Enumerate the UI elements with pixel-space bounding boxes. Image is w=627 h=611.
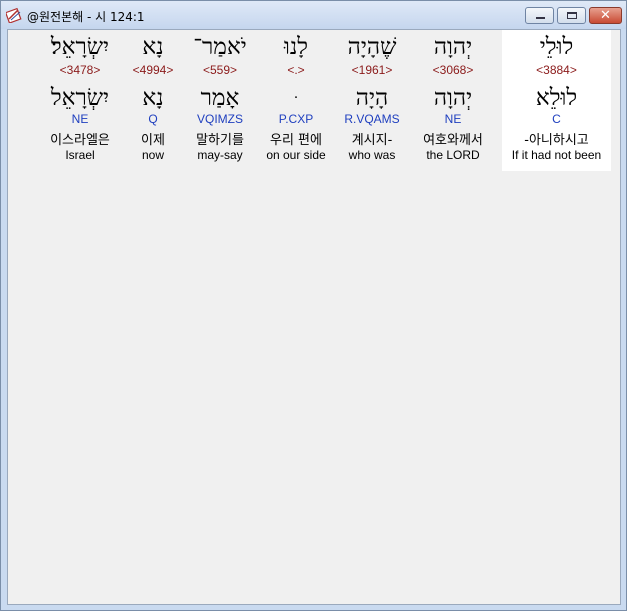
morphology-code[interactable]: P.CXP	[258, 112, 334, 126]
morphology-code[interactable]: NE	[38, 112, 122, 126]
app-window: @원전본해 - 시 124:1 ✕ לוּלֵי <3884> לוּלֵא C…	[0, 0, 627, 611]
hebrew-lemma: יִשְׂרָאֵל	[50, 85, 110, 111]
morphology-code[interactable]: VQIMZS	[182, 112, 258, 126]
english-gloss: now	[141, 148, 164, 162]
english-gloss: may-say	[197, 148, 243, 162]
word-column[interactable]: נָא <4994> נָא Q 이제 now	[128, 30, 178, 171]
hebrew-word: יֹאמַר־	[193, 34, 247, 60]
word-column[interactable]: לוּלֵי <3884> לוּלֵא C -아니하시고 If it had …	[502, 30, 611, 171]
english-gloss: on our side	[266, 148, 326, 162]
morphology-code[interactable]: R.VQAMS	[334, 112, 410, 126]
english-gloss: who was	[348, 148, 396, 162]
strong-number[interactable]: <1961>	[334, 63, 410, 77]
strong-number[interactable]: <559>	[182, 63, 258, 77]
hebrew-lemma: נָא	[142, 85, 164, 111]
hebrew-word: לוּלֵי	[539, 34, 574, 60]
morphology-code[interactable]: Q	[128, 112, 178, 126]
hebrew-lemma: הָיָה	[355, 85, 389, 111]
strong-number[interactable]: <4994>	[128, 63, 178, 77]
korean-gloss: -아니하시고	[524, 133, 589, 148]
word-column[interactable]: לָנוּ <.> ּ P.CXP 우리 편에 on our side	[258, 30, 334, 171]
morphology-code[interactable]: NE	[413, 112, 493, 126]
morphology-code[interactable]: C	[502, 112, 611, 126]
word-column[interactable]: שֶׁהָיָה <1961> הָיָה R.VQAMS 계시지- who w…	[334, 30, 410, 171]
strong-number[interactable]: <3478>	[38, 63, 122, 77]
english-gloss: If it had not been	[511, 148, 602, 162]
hebrew-lemma: יְהוָה	[433, 85, 473, 111]
korean-gloss: 이스라엘은	[50, 133, 110, 148]
hebrew-lemma: אָמַר	[200, 85, 240, 111]
hebrew-word: נָא	[142, 34, 164, 60]
hebrew-word: לָנוּ	[283, 34, 309, 60]
close-icon: ✕	[600, 8, 611, 23]
window-title: @원전본해 - 시 124:1	[27, 10, 145, 24]
maximize-icon	[567, 12, 577, 19]
hebrew-word: שֶׁהָיָה	[347, 34, 397, 60]
korean-gloss: 우리 편에	[270, 133, 322, 148]
korean-gloss: 이제	[141, 133, 165, 148]
title-bar[interactable]: @원전본해 - 시 124:1 ✕	[1, 1, 626, 29]
strong-number[interactable]: <.>	[258, 63, 334, 77]
word-column[interactable]: יְהוָה <3068> יְהוָה NE 여호와께서 the LORD	[413, 30, 493, 171]
english-gloss: the LORD	[426, 148, 480, 162]
maximize-button[interactable]	[557, 7, 586, 24]
english-gloss: Israel	[65, 148, 95, 162]
bible-app-icon	[6, 7, 22, 23]
word-column[interactable]: יֹאמַר־ <559> אָמַר VQIMZS 말하기를 may-say	[182, 30, 258, 171]
hebrew-word: יִשְׂרָאֵל׃	[50, 34, 110, 60]
interlinear-view: לוּלֵי <3884> לוּלֵא C -아니하시고 If it had …	[7, 29, 621, 605]
korean-gloss: 말하기를	[196, 133, 244, 148]
word-column[interactable]: יִשְׂרָאֵל׃ <3478> יִשְׂרָאֵל NE 이스라엘은 I…	[38, 30, 122, 171]
hebrew-lemma: ּ	[258, 83, 334, 113]
hebrew-lemma: לוּלֵא	[535, 85, 578, 111]
strong-number[interactable]: <3884>	[502, 63, 611, 77]
korean-gloss: 계시지-	[351, 133, 393, 148]
korean-gloss: 여호와께서	[423, 133, 483, 148]
strong-number[interactable]: <3068>	[413, 63, 493, 77]
hebrew-word: יְהוָה	[433, 34, 473, 60]
close-button[interactable]: ✕	[589, 7, 622, 24]
minimize-button[interactable]	[525, 7, 554, 24]
minimize-icon	[536, 17, 545, 19]
